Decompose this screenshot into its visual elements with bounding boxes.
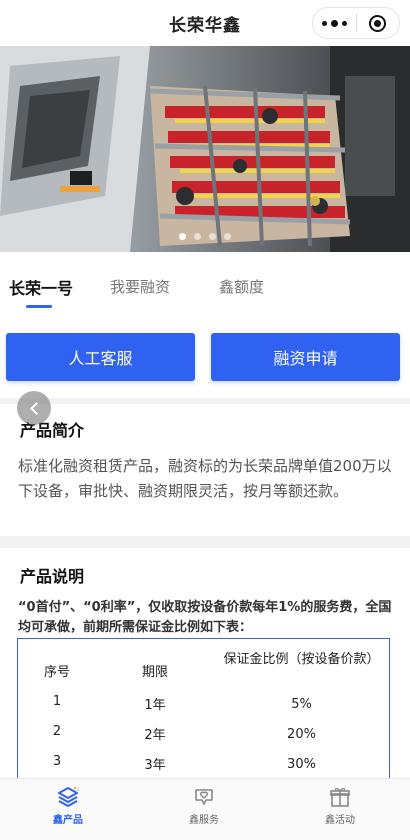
top-navbar: 长荣华鑫 xyxy=(0,0,410,46)
product-description-section: 产品说明 “0首付”、“0利率”，仅收取按设备价款每年1%的服务费，全国均可承做… xyxy=(0,548,410,788)
target-icon[interactable] xyxy=(356,8,399,38)
bottom-tab-bar: 鑫产品 鑫服务 鑫活动 xyxy=(0,778,410,840)
customer-service-button[interactable]: 人工客服 xyxy=(6,333,195,381)
table-header-cell: 序号 xyxy=(43,665,70,680)
more-dots-icon[interactable] xyxy=(313,8,356,38)
active-tab-indicator xyxy=(26,305,52,308)
deposit-table: 序号 期限 保证金比例（按设备价款） 1 1年 5% 2 2年 20% 3 3年… xyxy=(17,638,390,788)
table-cell: 30% xyxy=(287,757,316,772)
tabbar-label: 鑫活动 xyxy=(325,815,355,826)
tabbar-label: 鑫产品 xyxy=(53,815,83,826)
tab-changrong-one[interactable]: 长荣一号 xyxy=(9,275,73,299)
carousel-dot[interactable] xyxy=(209,233,216,240)
financing-apply-button[interactable]: 融资申请 xyxy=(211,333,400,381)
carousel-dot[interactable] xyxy=(224,233,231,240)
table-cell: 20% xyxy=(287,727,316,742)
table-header-cell: 保证金比例（按设备价款） xyxy=(223,652,380,667)
banner-carousel[interactable] xyxy=(0,46,410,252)
table-cell: 3年 xyxy=(144,758,166,773)
tabbar-item-services[interactable]: 鑫服务 xyxy=(136,779,272,840)
tab-apply-financing[interactable]: 我要融资 xyxy=(110,276,170,297)
description-title: 产品说明 xyxy=(20,567,85,586)
gift-icon xyxy=(330,788,350,807)
table-cell: 2年 xyxy=(144,728,166,743)
table-cell: 2 xyxy=(52,724,62,739)
table-cell: 1 xyxy=(52,694,62,709)
intro-text: 标准化融资租赁产品，融资标的为长荣品牌单值200万以下设备，审批快、融资期限灵活… xyxy=(18,457,392,500)
tab-xin-quota[interactable]: 鑫额度 xyxy=(219,276,264,297)
tabbar-label: 鑫服务 xyxy=(189,815,219,826)
tabbar-item-products[interactable]: 鑫产品 xyxy=(0,779,136,840)
page: 长荣华鑫 长荣一号 我要融资 鑫额度 人工客服 融资申请 产品简介 标准化融资租… xyxy=(0,0,410,840)
carousel-dot[interactable] xyxy=(194,233,201,240)
carousel-dot[interactable] xyxy=(179,233,186,240)
product-tabs: 长荣一号 我要融资 鑫额度 xyxy=(0,252,410,314)
layers-icon xyxy=(58,786,79,807)
product-intro-section: 产品简介 标准化融资租赁产品，融资标的为长荣品牌单值200万以下设备，审批快、融… xyxy=(0,404,410,536)
mini-program-capsule xyxy=(312,7,400,39)
table-header-row: 序号 期限 保证金比例（按设备价款） xyxy=(18,649,389,693)
tabbar-item-activities[interactable]: 鑫活动 xyxy=(272,779,408,840)
printing-press-photo xyxy=(0,46,410,252)
back-arrow-icon[interactable] xyxy=(17,391,51,425)
description-lead: “0首付”、“0利率”，仅收取按设备价款每年1%的服务费，全国均可承做，前期所需… xyxy=(18,600,392,635)
table-header-cell: 期限 xyxy=(141,665,168,680)
carousel-indicators xyxy=(0,233,410,240)
table-cell: 1年 xyxy=(144,698,166,713)
table-cell: 3 xyxy=(52,754,62,769)
table-cell: 5% xyxy=(291,697,312,712)
heart-chat-icon xyxy=(195,789,213,805)
action-bar: 人工客服 融资申请 xyxy=(0,314,410,398)
